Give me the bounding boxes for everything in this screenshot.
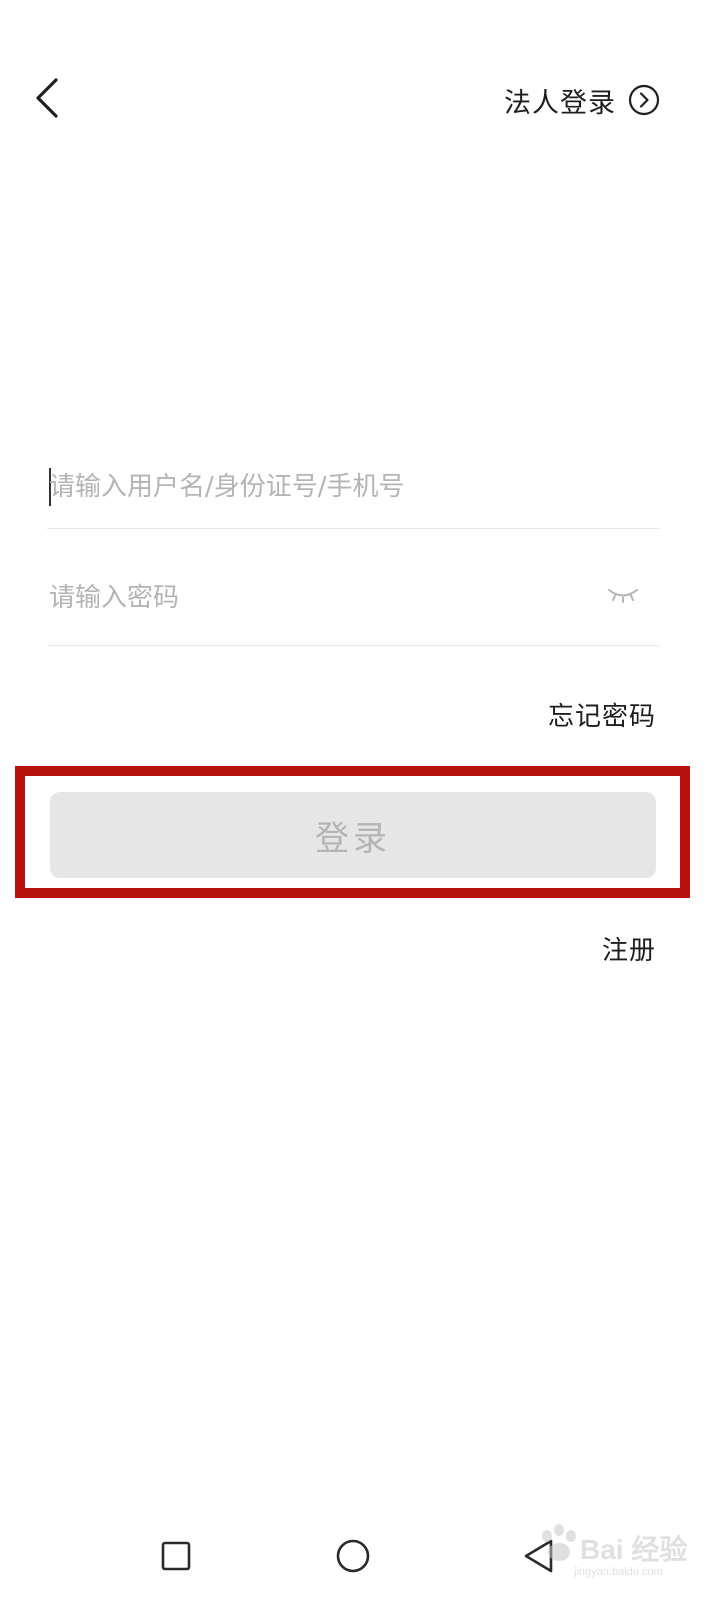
login-button[interactable]: 登录 <box>50 792 656 878</box>
circle-icon <box>335 1538 371 1578</box>
eye-closed-icon <box>606 585 640 609</box>
register-link[interactable]: 注册 <box>602 930 656 967</box>
paw-logo-icon <box>542 1524 576 1561</box>
username-field <box>47 448 659 529</box>
forgot-password-link[interactable]: 忘记密码 <box>548 696 656 733</box>
password-field <box>47 564 659 646</box>
back-button[interactable] <box>22 72 72 128</box>
baidu-jingyan-watermark: Bai 经验 jingyan.baidu.com <box>534 1518 687 1588</box>
square-icon <box>160 1540 192 1576</box>
password-visibility-toggle[interactable] <box>603 582 643 612</box>
legal-person-login-link[interactable]: 法人登录 <box>504 78 660 122</box>
recent-apps-button[interactable] <box>146 1528 206 1588</box>
password-input[interactable] <box>49 564 589 632</box>
username-input[interactable] <box>49 448 589 526</box>
circle-chevron-right-icon <box>628 84 660 116</box>
chevron-left-icon <box>32 76 62 124</box>
watermark-brand: Bai 经验 <box>580 1534 688 1565</box>
home-button[interactable] <box>323 1528 383 1588</box>
legal-person-login-label: 法人登录 <box>504 87 616 119</box>
watermark-url: jingyan.baidu.com <box>574 1566 663 1578</box>
